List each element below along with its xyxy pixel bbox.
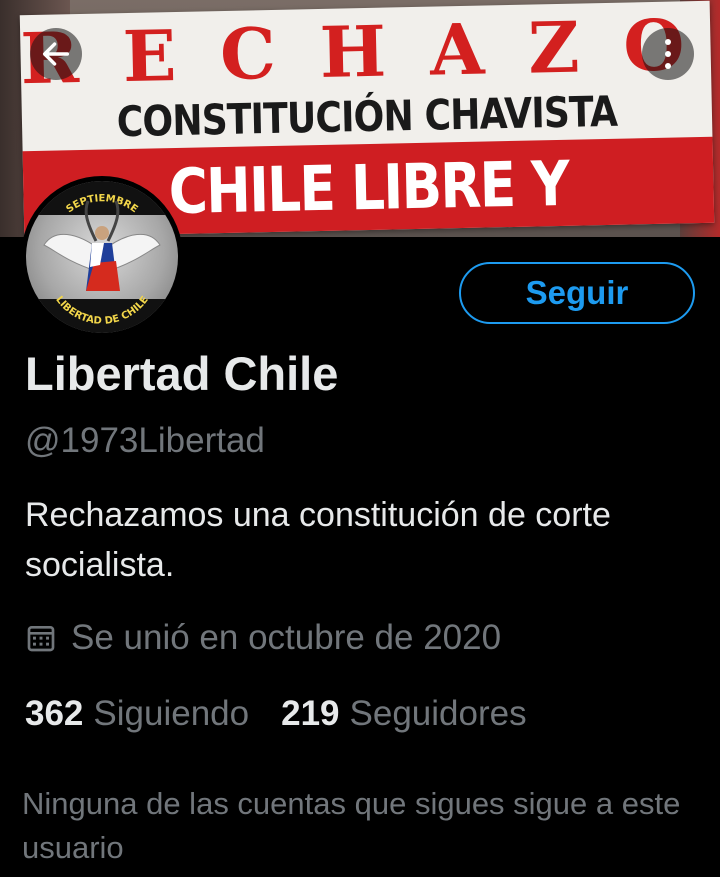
joined-date-row: Se unió en octubre de 2020 <box>25 616 501 660</box>
following-label: Siguiendo <box>93 694 250 733</box>
banner-text-rechazo: RECHAZO <box>19 2 720 101</box>
avatar-image: SEPTIEMBRE LIBERTAD DE CHILE <box>26 181 178 333</box>
following-count: 362 <box>25 694 84 733</box>
winged-figure-emblem: SEPTIEMBRE LIBERTAD DE CHILE <box>26 181 178 333</box>
follow-stats: 362 Siguiendo 219 Seguidores <box>25 692 527 736</box>
follow-button[interactable]: Seguir <box>459 262 695 324</box>
followers-count: 219 <box>281 694 340 733</box>
joined-date-text: Se unió en octubre de 2020 <box>71 618 502 657</box>
more-vertical-icon <box>665 39 671 69</box>
followers-link[interactable]: 219 Seguidores <box>281 692 526 736</box>
followers-label: Seguidores <box>349 694 527 733</box>
display-name: Libertad Chile <box>25 347 339 400</box>
avatar[interactable]: SEPTIEMBRE LIBERTAD DE CHILE <box>21 176 183 338</box>
more-options-button[interactable] <box>642 28 694 80</box>
arrow-left-icon <box>42 42 70 66</box>
mutual-followers-notice: Ninguna de las cuentas que sigues sigue … <box>22 786 681 865</box>
username-handle: @1973Libertad <box>25 421 265 460</box>
profile-bio: Rechazamos una constitución de corte soc… <box>25 496 611 584</box>
back-button[interactable] <box>30 28 82 80</box>
calendar-icon <box>27 626 55 652</box>
following-link[interactable]: 362 Siguiendo <box>25 692 249 736</box>
